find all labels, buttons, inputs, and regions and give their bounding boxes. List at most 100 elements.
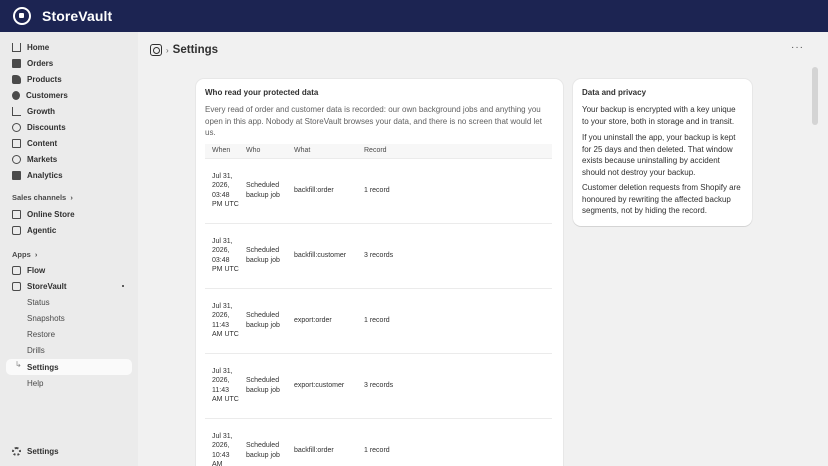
sidebar-item-analytics[interactable]: Analytics: [6, 167, 132, 183]
cell-what: backfill:order: [287, 158, 357, 224]
home-icon: [12, 42, 21, 52]
cell-record: 1 record: [357, 288, 552, 354]
tag-icon: [12, 74, 21, 84]
brand-name: StoreVault: [42, 8, 113, 24]
orders-icon: [12, 58, 21, 68]
sidebar-subitem-label: Settings: [27, 362, 59, 372]
cell-record: 3 records: [357, 223, 552, 289]
table-row: Jul 31, 2026, 10:43 AM Scheduled backup …: [205, 418, 552, 466]
more-actions-button[interactable]: ···: [791, 42, 804, 53]
sidebar-item-label: Growth: [27, 106, 55, 116]
cell-what: export:order: [287, 288, 357, 354]
sidebar: Home Orders Products Customers Growth Di…: [0, 32, 138, 466]
sidebar-item-label: Content: [27, 138, 58, 148]
sidebar-item-products[interactable]: Products: [6, 71, 132, 87]
cell-when: Jul 31, 2026, 11:43 AM UTC: [205, 288, 239, 354]
sidebar-item-storevault[interactable]: StoreVault: [6, 278, 132, 294]
privacy-paragraph-encryption: Your backup is encrypted with a key uniq…: [582, 105, 736, 126]
apps-text: Apps: [12, 250, 31, 259]
cell-who: Scheduled backup job: [239, 288, 287, 354]
privacy-card-title: Data and privacy: [582, 88, 647, 97]
sidebar-item-label: Orders: [27, 58, 54, 68]
top-bar: StoreVault: [0, 0, 828, 32]
cell-what: backfill:customer: [287, 223, 357, 289]
column-header-record: Record: [357, 144, 552, 159]
pin-dot-icon: [122, 285, 124, 287]
table-row: Jul 31, 2026, 11:43 AM UTC Scheduled bac…: [205, 353, 552, 419]
privacy-card: Data and privacy Your backup is encrypte…: [573, 79, 752, 226]
sidebar-subitem-status[interactable]: Status: [6, 294, 132, 310]
globe-icon: [12, 154, 21, 164]
sidebar-item-label: Flow: [27, 265, 46, 275]
chevron-right-icon: ›: [166, 45, 169, 55]
cell-when: Jul 31, 2026, 10:43 AM: [205, 418, 239, 466]
breadcrumb: › Settings: [150, 42, 218, 58]
gear-icon: [12, 446, 21, 456]
sidebar-item-flow[interactable]: Flow: [6, 262, 132, 278]
page-scrollbar[interactable]: [812, 67, 818, 125]
sales-channels-text: Sales channels: [12, 193, 67, 202]
sidebar-item-label: Customers: [26, 90, 68, 100]
column-header-who: Who: [239, 144, 287, 159]
cell-what: backfill:order: [287, 418, 357, 466]
privacy-paragraph-uninstall: If you uninstall the app, your backup is…: [582, 133, 736, 178]
sidebar-item-orders[interactable]: Orders: [6, 55, 132, 71]
person-icon: [12, 90, 20, 100]
flow-icon: [12, 265, 21, 275]
cell-who: Scheduled backup job: [239, 353, 287, 419]
page-title: Settings: [172, 44, 219, 56]
sidebar-subitem-drills[interactable]: Drills: [6, 342, 132, 358]
cell-when: Jul 31, 2026, 03:48 PM UTC: [205, 158, 239, 224]
cell-who: Scheduled backup job: [239, 158, 287, 224]
sidebar-item-markets[interactable]: Markets: [6, 151, 132, 167]
table-header-row: When Who What Record: [205, 144, 552, 159]
storevault-app-icon[interactable]: [150, 44, 162, 56]
table-row: Jul 31, 2026, 03:48 PM UTC Scheduled bac…: [205, 158, 552, 224]
audit-card: Who read your protected data Every read …: [196, 79, 563, 466]
sidebar-subitem-settings[interactable]: ↳ Settings: [6, 359, 132, 375]
apps-label[interactable]: Apps ›: [12, 250, 37, 259]
cell-record: 1 record: [357, 418, 552, 466]
sidebar-item-home[interactable]: Home: [6, 39, 132, 55]
sidebar-item-label: Markets: [27, 154, 58, 164]
sidebar-item-label: Online Store: [27, 209, 75, 219]
sidebar-item-label: Analytics: [27, 170, 63, 180]
audit-card-description: Every read of order and customer data is…: [205, 105, 542, 138]
sidebar-item-label: Products: [27, 74, 62, 84]
sidebar-item-label: Agentic: [27, 225, 57, 235]
sidebar-item-settings[interactable]: Settings: [6, 443, 132, 459]
cell-record: 3 records: [357, 353, 552, 419]
sidebar-subitem-restore[interactable]: Restore: [6, 326, 132, 342]
sidebar-item-label: StoreVault: [27, 281, 67, 291]
sidebar-subitem-snapshots[interactable]: Snapshots: [6, 310, 132, 326]
sidebar-item-label: Home: [27, 42, 50, 52]
sidebar-subitem-help[interactable]: Help: [6, 375, 132, 391]
sidebar-item-label: Settings: [27, 446, 59, 456]
storevault-logo-icon: [13, 7, 31, 25]
cell-what: export:customer: [287, 353, 357, 419]
sidebar-item-discounts[interactable]: Discounts: [6, 119, 132, 135]
sidebar-item-content[interactable]: Content: [6, 135, 132, 151]
table-row: Jul 31, 2026, 11:43 AM UTC Scheduled bac…: [205, 288, 552, 354]
sidebar-item-online-store[interactable]: Online Store: [6, 206, 132, 222]
sales-channels-label[interactable]: Sales channels ›: [12, 193, 73, 202]
sidebar-item-agentic[interactable]: Agentic: [6, 222, 132, 238]
main-content: › Settings ··· Who read your protected d…: [138, 32, 828, 466]
discount-icon: [12, 122, 21, 132]
cell-who: Scheduled backup job: [239, 418, 287, 466]
cell-record: 1 record: [357, 158, 552, 224]
tree-branch-icon: ↳: [15, 360, 22, 369]
table-row: Jul 31, 2026, 03:48 PM UTC Scheduled bac…: [205, 223, 552, 289]
audit-card-title: Who read your protected data: [205, 88, 319, 97]
chevron-right-icon: ›: [68, 193, 73, 202]
sidebar-item-growth[interactable]: Growth: [6, 103, 132, 119]
sidebar-item-customers[interactable]: Customers: [6, 87, 132, 103]
cell-when: Jul 31, 2026, 11:43 AM UTC: [205, 353, 239, 419]
column-header-when: When: [205, 144, 239, 159]
growth-icon: [12, 106, 21, 116]
content-icon: [12, 138, 21, 148]
sidebar-item-label: Discounts: [27, 122, 66, 132]
agentic-icon: [12, 225, 21, 235]
audit-table: When Who What Record Jul 31, 2026, 03:48…: [205, 144, 552, 466]
store-icon: [12, 209, 21, 219]
